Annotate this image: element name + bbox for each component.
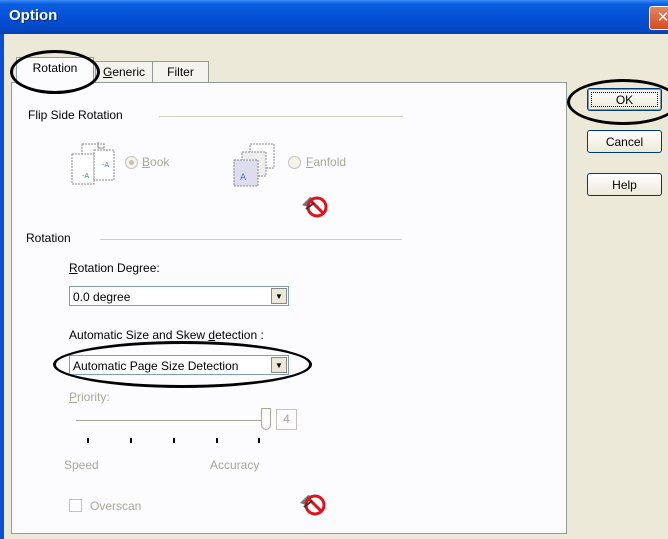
slider-tick — [173, 438, 175, 443]
fanfold-page-icon: A — [233, 143, 275, 187]
priority-slider-thumb[interactable] — [261, 408, 271, 430]
skew-detection-select[interactable]: Automatic Page Size Detection ▼ — [69, 355, 289, 375]
priority-slider-track — [76, 420, 266, 425]
flip-side-heading: Flip Side Rotation — [28, 108, 123, 122]
skew-detection-value: Automatic Page Size Detection — [73, 359, 239, 373]
cancel-button[interactable]: Cancel — [587, 130, 662, 153]
overscan-checkbox[interactable] — [69, 499, 82, 512]
accuracy-label: Accuracy — [210, 458, 260, 472]
chevron-down-icon[interactable]: ▼ — [271, 288, 287, 304]
tab-filter[interactable]: Filter — [152, 61, 209, 84]
rotation-degree-value: 0.0 degree — [73, 290, 131, 304]
title-bar: Option ✕ — [0, 0, 668, 34]
cancel-button-label: Cancel — [605, 135, 644, 149]
tab-generic-accel: G — [102, 65, 113, 79]
help-button-label: Help — [612, 178, 637, 192]
tab-filter-label: Filter — [167, 65, 194, 79]
tab-generic[interactable]: Generic — [95, 61, 153, 84]
rotation-degree-label: Rotation Degree: — [69, 261, 160, 275]
fanfold-label: Fanfold — [306, 155, 347, 169]
no-entry-icon — [302, 196, 328, 218]
option-dialog: Option ✕ Rotation Generic Filter Flip Si… — [0, 0, 668, 539]
svg-text:A: A — [240, 173, 247, 183]
tab-rotation-label: Rotation — [32, 61, 78, 75]
rotation-tab-panel: Flip Side Rotation -A -A Book A Fanfold — [11, 82, 567, 534]
rotation-heading: Rotation — [26, 231, 71, 245]
svg-text:-A: -A — [102, 161, 109, 169]
overscan-label: Overscan — [90, 499, 142, 513]
priority-label: Priority: — [69, 390, 110, 404]
slider-tick — [87, 438, 89, 443]
close-icon: ✕ — [656, 9, 668, 26]
speed-label: Speed — [64, 458, 99, 472]
priority-value: 4 — [283, 412, 290, 426]
slider-tick — [216, 438, 218, 443]
no-entry-icon — [300, 494, 326, 516]
slider-tick — [258, 438, 260, 443]
book-radio[interactable] — [125, 156, 138, 169]
chevron-down-icon[interactable]: ▼ — [271, 357, 287, 373]
rotation-degree-select[interactable]: 0.0 degree ▼ — [69, 286, 289, 306]
ok-button[interactable]: OK — [587, 88, 662, 111]
window-frame-left — [0, 34, 4, 539]
svg-text:-A: -A — [82, 172, 89, 180]
skew-detection-label: Automatic Size and Skew detection : — [69, 328, 264, 342]
tab-generic-label: eneric — [112, 65, 146, 79]
help-button[interactable]: Help — [587, 173, 662, 196]
tab-rotation[interactable]: Rotation — [16, 57, 94, 84]
dialog-title: Option — [9, 7, 58, 24]
slider-tick — [130, 438, 132, 443]
close-button[interactable]: ✕ — [649, 6, 668, 30]
flip-side-divider — [159, 116, 403, 117]
book-label: Book — [142, 155, 170, 169]
rotation-divider — [100, 239, 402, 240]
priority-value-box: 4 — [276, 409, 297, 430]
focus-rectangle — [591, 92, 658, 107]
fanfold-radio[interactable] — [288, 156, 301, 169]
book-page-icon: -A -A — [71, 142, 115, 185]
